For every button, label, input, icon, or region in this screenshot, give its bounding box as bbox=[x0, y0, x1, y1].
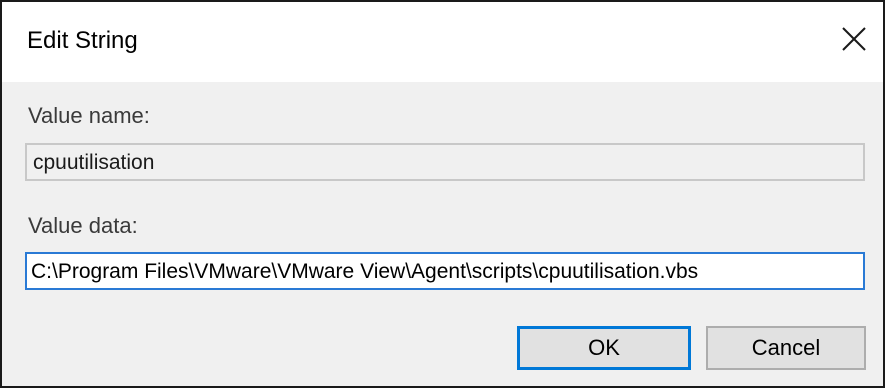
value-name-label: Value name: bbox=[28, 103, 150, 128]
ok-button[interactable]: OK bbox=[517, 326, 691, 370]
cancel-button[interactable]: Cancel bbox=[706, 326, 866, 370]
close-button[interactable] bbox=[825, 10, 883, 68]
value-name-field[interactable]: cpuutilisation bbox=[25, 143, 865, 181]
close-icon bbox=[842, 27, 866, 51]
edit-string-dialog: Edit String Value name: cpuutilisation V… bbox=[0, 0, 885, 388]
value-data-input[interactable]: C:\Program Files\VMware\VMware View\Agen… bbox=[25, 252, 865, 290]
value-data-label: Value data: bbox=[28, 213, 138, 238]
dialog-body: Value name: cpuutilisation Value data: C… bbox=[2, 82, 883, 386]
title-bar: Edit String bbox=[2, 2, 883, 82]
dialog-title: Edit String bbox=[27, 27, 138, 54]
